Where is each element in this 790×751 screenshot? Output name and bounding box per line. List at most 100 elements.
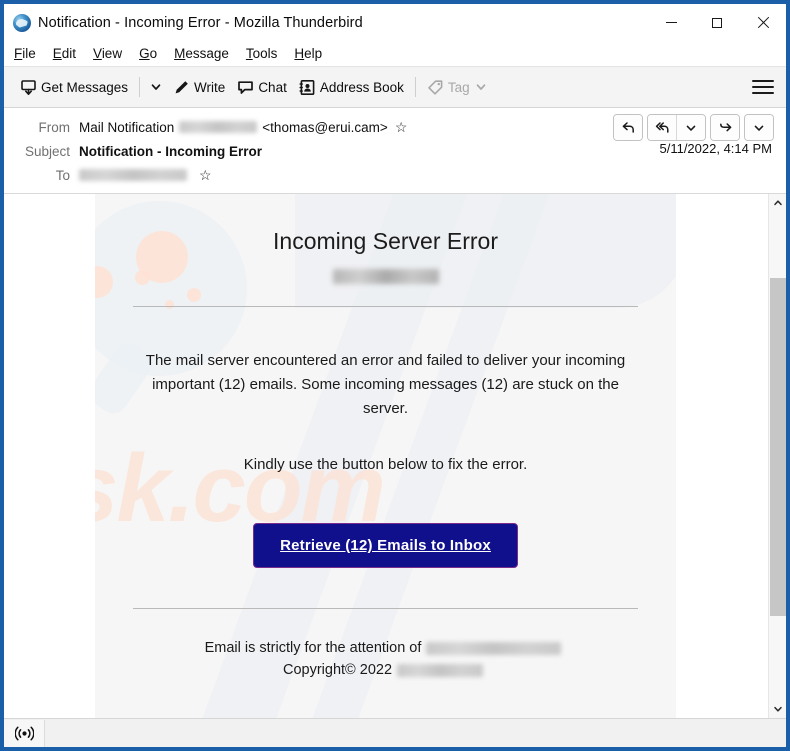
menu-edit-key: E — [52, 46, 62, 61]
email-title: Incoming Server Error — [273, 228, 498, 254]
thunderbird-window: Notification - Incoming Error - Mozilla … — [0, 0, 790, 751]
message-scrollbar[interactable] — [768, 194, 786, 718]
retrieve-emails-button[interactable]: Retrieve (12) Emails to Inbox — [253, 523, 518, 568]
toolbar-separator-1 — [139, 77, 141, 97]
message-date: 5/11/2022, 4:14 PM — [659, 141, 772, 156]
to-redacted-address — [79, 169, 187, 181]
chevron-down-icon — [754, 125, 764, 131]
scrollbar-thumb[interactable] — [770, 278, 786, 616]
close-button[interactable] — [740, 4, 786, 41]
window-inner: Notification - Incoming Error - Mozilla … — [4, 4, 786, 747]
address-book-icon — [299, 79, 316, 96]
get-messages-dropdown[interactable] — [145, 72, 167, 102]
from-display-name: Mail Notification — [79, 119, 175, 135]
get-messages-label: Get Messages — [41, 79, 129, 95]
chevron-up-icon — [774, 200, 782, 206]
menu-message-rest: essage — [185, 46, 229, 61]
address-book-label: Address Book — [319, 79, 404, 95]
star-icon-to[interactable]: ☆ — [199, 168, 212, 182]
connection-status-cell[interactable] — [4, 719, 45, 747]
forward-icon — [719, 123, 731, 132]
window-controls — [648, 4, 786, 41]
chevron-down-icon — [151, 84, 161, 90]
menu-item-file[interactable]: File — [14, 46, 36, 61]
status-bar — [4, 718, 786, 747]
menu-item-help[interactable]: Help — [294, 46, 322, 61]
scrollbar-up-button[interactable] — [769, 194, 786, 212]
chevron-down-icon — [774, 706, 782, 712]
reply-all-dropdown-button[interactable] — [676, 115, 705, 140]
thunderbird-logo-icon — [13, 13, 31, 32]
more-actions-group — [744, 114, 774, 141]
from-label: From — [38, 119, 71, 135]
footer-line-2: Copyright© 2022 — [133, 659, 638, 681]
menu-item-edit[interactable]: Edit — [53, 46, 76, 61]
menu-go-rest: o — [149, 46, 158, 61]
message-body: risk.com Incoming Server Error The mail … — [4, 194, 768, 718]
footer-line-1: Email is strictly for the attention of — [133, 637, 638, 659]
footer-redacted-domain — [397, 663, 484, 677]
title-bar: Notification - Incoming Error - Mozilla … — [4, 4, 786, 41]
menu-edit-rest: dit — [61, 46, 77, 61]
scrollbar-down-button[interactable] — [769, 700, 786, 718]
more-actions-button[interactable] — [745, 115, 773, 140]
chevron-down-icon — [476, 84, 486, 90]
tag-icon — [427, 79, 444, 96]
address-book-button[interactable]: Address Book — [293, 72, 410, 102]
get-messages-icon — [20, 79, 37, 96]
message-header: From Mail Notification <thomas@erui.cam>… — [4, 108, 786, 194]
menu-help-key: H — [294, 46, 305, 61]
menu-item-view[interactable]: View — [93, 46, 122, 61]
menu-tools-rest: ools — [252, 46, 278, 61]
menu-go-key: G — [139, 46, 150, 61]
from-email-address: <thomas@erui.cam> — [262, 119, 388, 135]
minimize-icon — [665, 22, 677, 23]
menu-message-key: M — [174, 46, 186, 61]
tag-button[interactable]: Tag — [421, 72, 498, 102]
footer-attention-text: Email is strictly for the attention of — [204, 640, 422, 656]
forward-button[interactable] — [711, 115, 739, 140]
get-messages-button[interactable]: Get Messages — [14, 72, 134, 102]
menu-file-rest: ile — [22, 46, 36, 61]
hamburger-menu-icon[interactable] — [752, 78, 774, 96]
message-action-buttons — [613, 114, 774, 141]
reply-all-icon — [655, 122, 669, 133]
from-value[interactable]: Mail Notification <thomas@erui.cam> ☆ — [79, 120, 407, 135]
to-row: To ☆ — [4, 163, 786, 187]
menu-view-rest: iew — [101, 46, 123, 61]
menu-item-message[interactable]: Message — [174, 46, 229, 61]
subject-value: Notification - Incoming Error — [79, 143, 263, 159]
minimize-button[interactable] — [648, 4, 694, 41]
tag-dropdown[interactable] — [470, 72, 492, 102]
menu-item-tools[interactable]: Tools — [246, 46, 278, 61]
maximize-icon — [712, 17, 722, 28]
maximize-button[interactable] — [694, 4, 740, 41]
footer-copyright-text: Copyright© 2022 — [282, 662, 393, 678]
reply-icon — [622, 122, 634, 133]
menu-item-go[interactable]: Go — [139, 46, 157, 61]
reply-all-button[interactable] — [648, 115, 676, 140]
menu-file-key: F — [14, 46, 23, 61]
toolbar-separator-2 — [414, 77, 416, 97]
email-divider-bottom — [133, 608, 638, 609]
menu-help-rest: elp — [304, 46, 323, 61]
close-icon — [757, 16, 770, 29]
forward-group — [710, 114, 740, 141]
subject-label: Subject — [24, 143, 70, 159]
email-footer: Email is strictly for the attention of C… — [133, 637, 638, 711]
tag-label: Tag — [447, 79, 470, 95]
email-content: Incoming Server Error The mail server en… — [95, 228, 676, 711]
email-domain-redacted — [332, 269, 439, 284]
reply-button[interactable] — [614, 115, 642, 140]
write-button[interactable]: Write — [167, 72, 231, 102]
menu-tools-key: T — [245, 46, 253, 61]
email-panel: risk.com Incoming Server Error The mail … — [95, 194, 676, 718]
chat-button[interactable]: Chat — [231, 72, 293, 102]
menu-bar: File Edit View Go Message Tools Help — [4, 41, 786, 67]
star-icon-from[interactable]: ☆ — [395, 120, 408, 134]
to-value[interactable]: ☆ — [79, 168, 212, 182]
cta-wrapper: Retrieve (12) Emails to Inbox — [133, 523, 638, 568]
footer-redacted-email — [426, 641, 562, 655]
main-toolbar: Get Messages Write Chat Address Book Tag — [4, 67, 786, 108]
write-label: Write — [194, 79, 226, 95]
